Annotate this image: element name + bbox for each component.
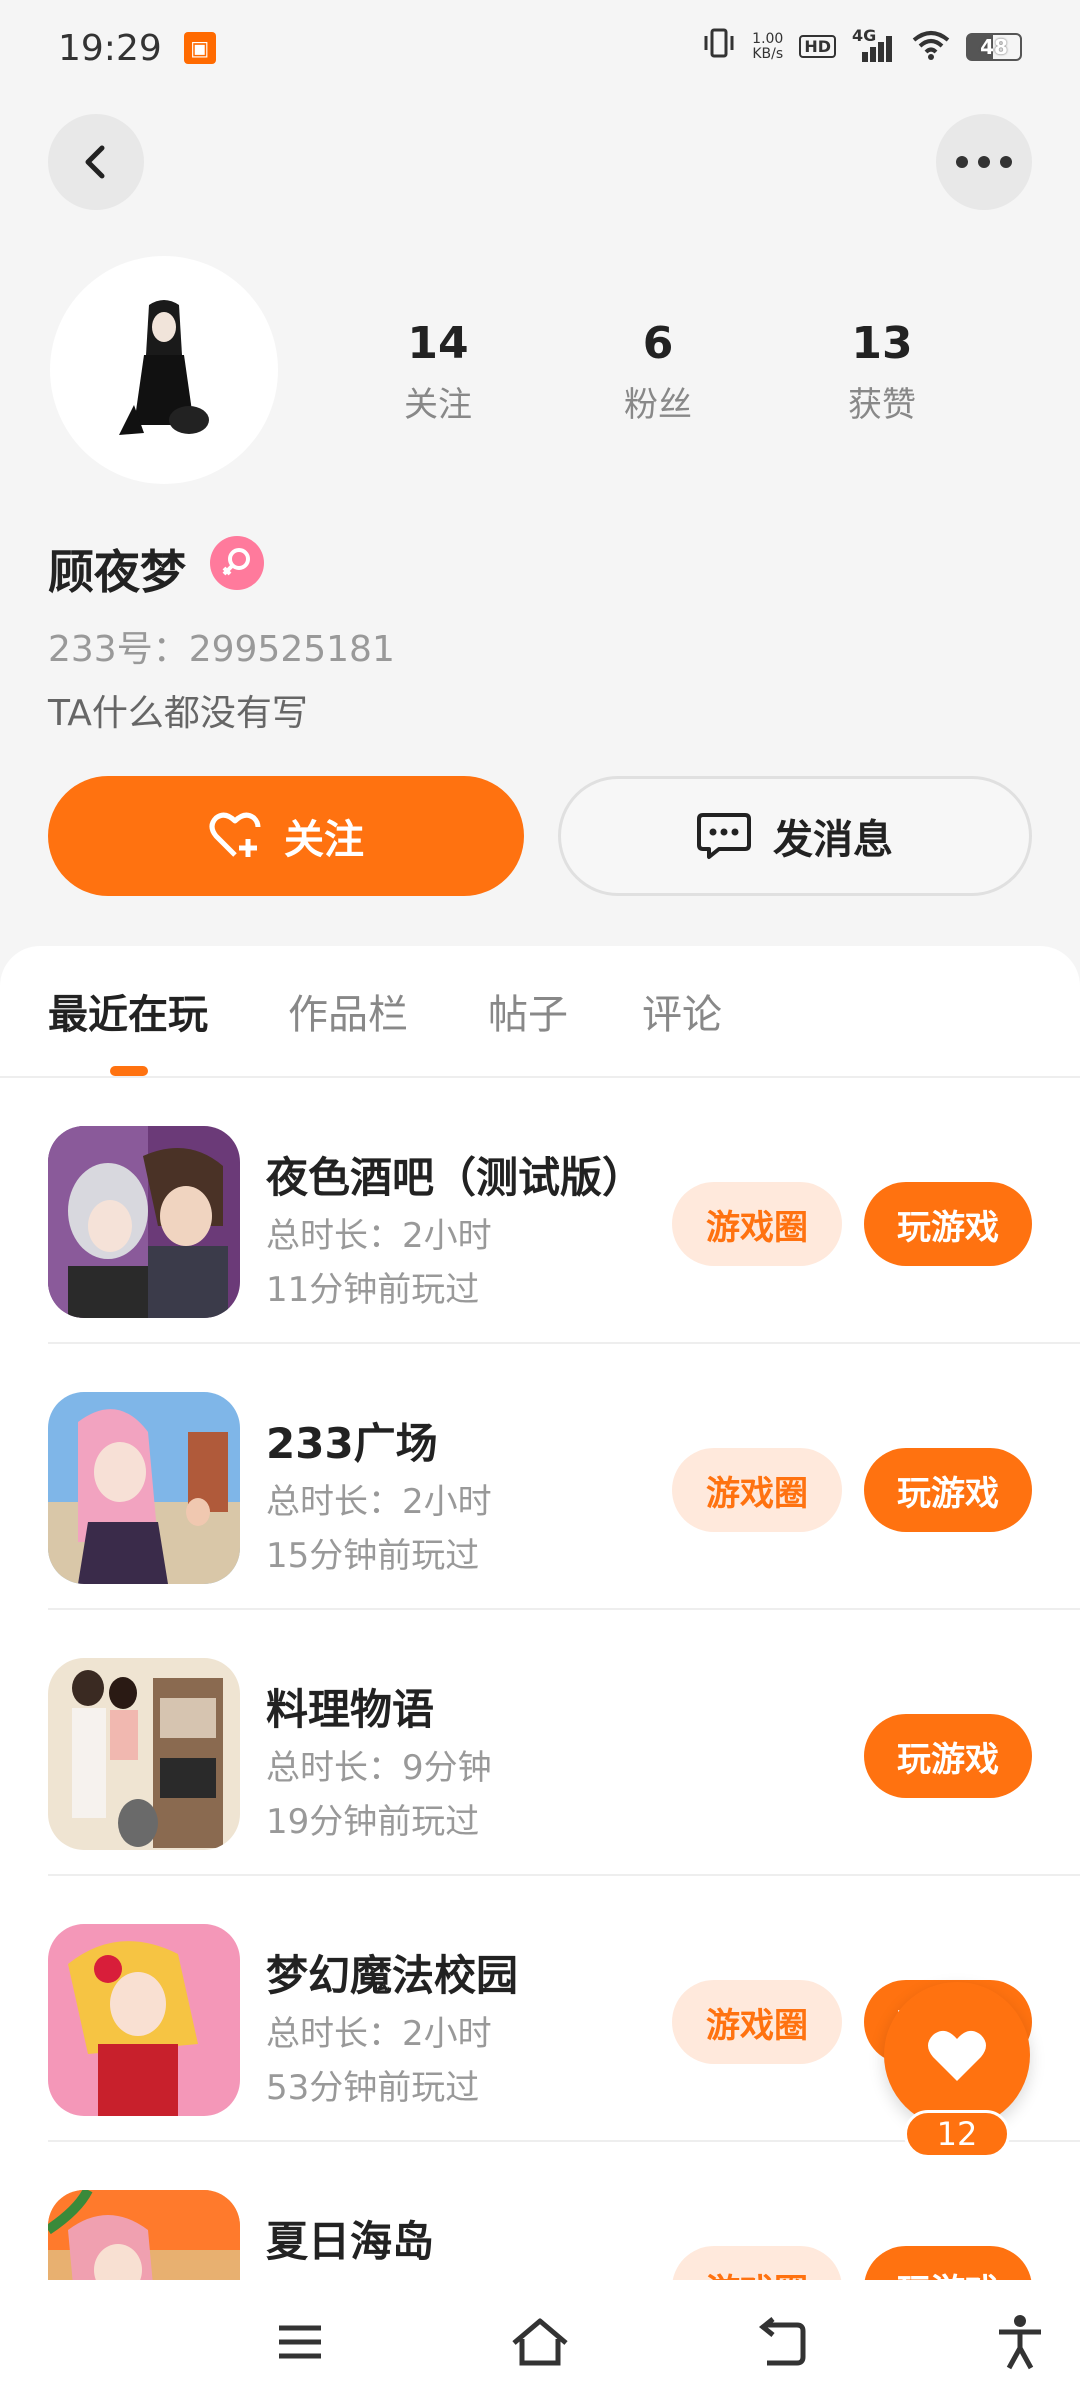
game-icon[interactable] bbox=[48, 1924, 240, 2116]
message-button-label: 发消息 bbox=[773, 817, 893, 863]
game-row[interactable]: 料理物语 总时长：9分钟 19分钟前玩过 玩游戏 bbox=[48, 1610, 1080, 1876]
heart-icon bbox=[928, 2030, 986, 2081]
avatar[interactable] bbox=[50, 256, 278, 484]
message-button[interactable]: 发消息 bbox=[558, 776, 1032, 896]
follow-button[interactable]: 关注 bbox=[48, 776, 524, 896]
stat-fans-count: 6 bbox=[642, 318, 674, 369]
stat-following-count: 14 bbox=[407, 318, 469, 369]
tab-bar: 最近在玩 作品栏 帖子 评论 bbox=[0, 946, 1080, 1078]
status-time: 19:29 bbox=[58, 27, 162, 69]
tab-recent-played[interactable]: 最近在玩 bbox=[48, 982, 208, 1040]
tab-comments[interactable]: 评论 bbox=[642, 982, 722, 1040]
tab-posts[interactable]: 帖子 bbox=[488, 982, 568, 1040]
back-button[interactable] bbox=[48, 114, 144, 210]
game-duration: 总时长：2小时 bbox=[266, 2014, 492, 2054]
play-game-button[interactable]: 玩游戏 bbox=[864, 1182, 1032, 1266]
battery-icon: 48 bbox=[966, 32, 1022, 61]
game-name: 夜色酒吧（测试版） bbox=[266, 1153, 645, 1202]
game-row[interactable]: 夜色酒吧（测试版） 总时长：2小时 11分钟前玩过 游戏圈 玩游戏 bbox=[48, 1078, 1080, 1344]
chat-bubble-icon bbox=[697, 813, 751, 859]
home-icon[interactable] bbox=[508, 2310, 572, 2374]
vibrate-icon bbox=[702, 28, 736, 65]
like-count-badge: 12 bbox=[904, 2110, 1010, 2158]
game-last-played: 11分钟前玩过 bbox=[266, 1270, 480, 1310]
play-game-button[interactable]: 玩游戏 bbox=[864, 1714, 1032, 1798]
game-circle-button[interactable]: 游戏圈 bbox=[672, 1182, 842, 1266]
game-circle-button[interactable]: 游戏圈 bbox=[672, 1980, 842, 2064]
stat-likes-count: 13 bbox=[851, 318, 913, 369]
more-dots-icon bbox=[956, 156, 1012, 168]
tab-indicator bbox=[110, 1066, 148, 1076]
female-gender-icon bbox=[210, 536, 264, 590]
user-id: 233号：299525181 bbox=[48, 629, 395, 670]
heart-plus-icon bbox=[209, 812, 261, 857]
network-speed: 1.00 KB/s bbox=[752, 30, 784, 62]
stat-following-label: 关注 bbox=[404, 385, 472, 425]
game-last-played: 19分钟前玩过 bbox=[266, 1802, 480, 1842]
app-notification-icon: ▣ bbox=[183, 32, 216, 64]
game-icon[interactable] bbox=[48, 1392, 240, 1584]
game-name: 梦幻魔法校园 bbox=[266, 1951, 519, 2000]
status-bar: 19:29 ▣ 1.00 KB/s HD 4G 48 bbox=[0, 0, 1080, 96]
game-circle-button[interactable]: 游戏圈 bbox=[672, 1448, 842, 1532]
game-last-played: 15分钟前玩过 bbox=[266, 1536, 480, 1576]
game-last-played: 53分钟前玩过 bbox=[266, 2068, 480, 2108]
network-speed-value: 1.00 bbox=[752, 30, 784, 47]
floating-like-button[interactable] bbox=[884, 1982, 1030, 2128]
avatar-image bbox=[119, 300, 209, 435]
game-duration: 总时长：2小时 bbox=[266, 1482, 492, 1522]
status-indicators: 1.00 KB/s HD 4G 48 bbox=[702, 26, 1022, 65]
chevron-left-icon bbox=[85, 145, 105, 179]
game-name: 料理物语 bbox=[266, 1685, 435, 1734]
network-speed-unit: KB/s bbox=[752, 45, 784, 62]
more-options-button[interactable] bbox=[936, 114, 1032, 210]
content-sheet: 最近在玩 作品栏 帖子 评论 夜色酒吧（测试版） 总时长：2小时 11分钟前玩过… bbox=[0, 946, 1080, 2404]
back-nav-icon[interactable] bbox=[748, 2310, 812, 2374]
stat-following[interactable]: 14 关注 bbox=[348, 318, 528, 426]
tab-works[interactable]: 作品栏 bbox=[288, 982, 408, 1040]
stat-fans-label: 粉丝 bbox=[624, 385, 692, 425]
game-row[interactable]: 233广场 总时长：2小时 15分钟前玩过 游戏圈 玩游戏 bbox=[48, 1344, 1080, 1610]
game-duration: 总时长：2小时 bbox=[266, 1216, 492, 1256]
play-game-button[interactable]: 玩游戏 bbox=[864, 1448, 1032, 1532]
bio: TA什么都没有写 bbox=[48, 693, 308, 734]
game-duration: 总时长：9分钟 bbox=[266, 1748, 492, 1788]
game-icon[interactable] bbox=[48, 1126, 240, 1318]
nickname: 顾夜梦 bbox=[48, 545, 186, 599]
hd-badge: HD bbox=[799, 35, 836, 58]
battery-level: 48 bbox=[980, 34, 1008, 59]
stat-likes[interactable]: 13 获赞 bbox=[792, 318, 972, 426]
game-icon[interactable] bbox=[48, 1658, 240, 1850]
stat-likes-label: 获赞 bbox=[848, 385, 916, 425]
menu-icon[interactable] bbox=[268, 2310, 332, 2374]
cellular-signal-icon: 4G bbox=[852, 26, 896, 62]
accessibility-icon[interactable] bbox=[988, 2310, 1052, 2374]
stat-fans[interactable]: 6 粉丝 bbox=[568, 318, 748, 426]
game-name: 夏日海岛 bbox=[266, 2217, 435, 2266]
wifi-icon bbox=[912, 30, 950, 64]
system-navigation-bar bbox=[0, 2280, 1080, 2404]
follow-button-label: 关注 bbox=[284, 817, 364, 863]
game-name: 233广场 bbox=[266, 1419, 438, 1468]
